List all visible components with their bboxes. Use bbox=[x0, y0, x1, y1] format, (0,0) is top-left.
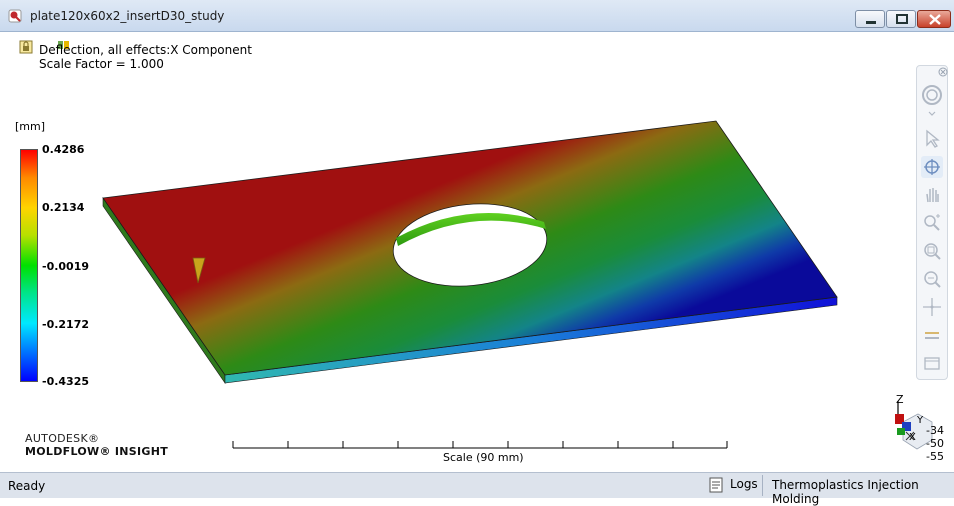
legend-tick-4: -0.2172 bbox=[42, 318, 90, 331]
status-bar: Ready Logs Thermoplastics Injection Mold… bbox=[0, 472, 954, 506]
restore-icon bbox=[896, 14, 908, 24]
autodesk-logo: AUTODESK® bbox=[25, 432, 100, 445]
color-legend-bar bbox=[20, 149, 38, 382]
plate-top-face bbox=[102, 120, 838, 376]
scale-label: Scale (90 mm) bbox=[443, 451, 524, 464]
select-icon[interactable] bbox=[921, 128, 943, 150]
plate-model[interactable] bbox=[9, 33, 946, 470]
orientation-triad[interactable]: Z Y X -34 -50 -55 bbox=[880, 392, 950, 470]
close-icon bbox=[929, 14, 941, 25]
measure-icon[interactable] bbox=[921, 352, 943, 374]
minimize-button[interactable] bbox=[855, 10, 885, 28]
triad-angle-3: -55 bbox=[926, 450, 944, 463]
scale-factor: Scale Factor = 1.000 bbox=[39, 57, 164, 71]
legend-tick-min: -0.4325 bbox=[42, 375, 90, 388]
module-label: Thermoplastics Injection Molding bbox=[772, 478, 919, 506]
close-button[interactable] bbox=[917, 10, 951, 28]
moldflow-logo: MOLDFLOW® INSIGHT bbox=[25, 445, 169, 458]
triad-axis-z: Z bbox=[896, 393, 904, 406]
scale-bar bbox=[232, 441, 728, 449]
title-bar: plate120x60x2_insertD30_study bbox=[0, 0, 954, 32]
triad-axis-x: X bbox=[909, 432, 916, 443]
zoom-icon[interactable] bbox=[921, 212, 943, 234]
window-title: plate120x60x2_insertD30_study bbox=[30, 9, 225, 23]
section-icon[interactable] bbox=[921, 324, 943, 346]
triad-angle-2: -50 bbox=[926, 437, 944, 450]
pan-icon[interactable] bbox=[921, 184, 943, 206]
logs-button[interactable]: Logs bbox=[730, 477, 758, 491]
app-icon bbox=[8, 9, 22, 23]
logs-icon[interactable] bbox=[708, 477, 724, 493]
status-separator bbox=[762, 475, 763, 496]
legend-tick-max: 0.4286 bbox=[42, 143, 85, 156]
rotate-icon[interactable] bbox=[921, 156, 943, 178]
legend-unit: [mm] bbox=[15, 120, 46, 133]
triad-angle-1: -34 bbox=[926, 424, 944, 437]
legend-tick-2: 0.2134 bbox=[42, 201, 85, 214]
chevron-down-icon[interactable] bbox=[928, 111, 936, 117]
legend-tick-mid: -0.0019 bbox=[42, 260, 90, 273]
zoom-fit-icon[interactable] bbox=[921, 268, 943, 290]
zoom-window-icon[interactable] bbox=[921, 240, 943, 262]
result-lock-icon[interactable] bbox=[19, 40, 33, 54]
restore-button[interactable] bbox=[886, 10, 916, 28]
orbit-icon[interactable] bbox=[921, 84, 943, 106]
center-icon[interactable] bbox=[921, 296, 943, 318]
status-ready: Ready bbox=[8, 479, 46, 493]
triad-axis-y: Y bbox=[916, 415, 924, 426]
model-viewport[interactable] bbox=[9, 33, 946, 470]
minimize-icon bbox=[866, 21, 876, 24]
result-title: Deflection, all effects:X Component bbox=[39, 43, 252, 57]
toolbar-close-icon[interactable] bbox=[938, 67, 948, 77]
